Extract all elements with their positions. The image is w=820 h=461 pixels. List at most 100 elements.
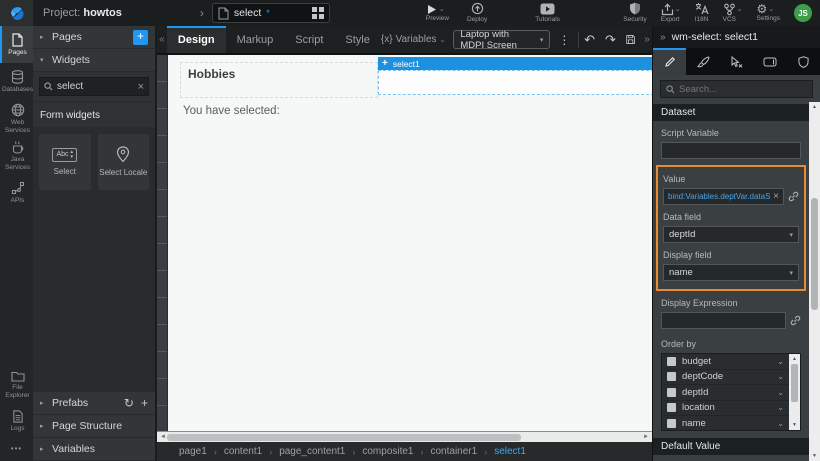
chevron-down-icon[interactable]: ⌄: [777, 388, 784, 397]
clear-search-icon[interactable]: ×: [138, 81, 144, 93]
more-options-icon[interactable]: •••: [0, 440, 33, 461]
more-actions-icon[interactable]: ⋮: [558, 33, 570, 47]
tab-properties[interactable]: [653, 48, 686, 75]
undo-button[interactable]: ↶: [584, 32, 595, 48]
widgets-section-header[interactable]: ▾ Widgets: [33, 49, 155, 72]
rail-item-databases[interactable]: Databases: [0, 63, 33, 100]
checkbox[interactable]: [667, 403, 676, 412]
breadcrumb-item-select1[interactable]: select1: [494, 446, 526, 457]
order-by-option-deptcode[interactable]: deptCode ⌄: [662, 370, 789, 386]
i18n-button[interactable]: I18N: [695, 2, 709, 24]
rail-item-logs[interactable]: Logs: [0, 403, 33, 440]
widget-tile-select-locale[interactable]: Select Locale: [98, 134, 150, 190]
script-variable-input[interactable]: [661, 142, 801, 159]
tutorials-button[interactable]: Tutorials: [535, 3, 560, 24]
select1-widget[interactable]: + select1: [378, 57, 652, 95]
tab-markup[interactable]: Markup: [226, 26, 285, 53]
deploy-button[interactable]: Deploy: [467, 2, 487, 24]
bind-link-icon[interactable]: [788, 191, 799, 202]
tab-styles[interactable]: [686, 48, 719, 75]
move-icon[interactable]: +: [382, 58, 388, 69]
order-by-scrollbar[interactable]: ▲ ▼: [789, 354, 800, 430]
collapse-panel-icon[interactable]: »: [660, 32, 666, 43]
display-expression-input[interactable]: [661, 312, 786, 329]
tab-script[interactable]: Script: [284, 26, 334, 53]
chevron-down-icon[interactable]: ⌄: [777, 403, 784, 412]
preview-button[interactable]: ⌄ Preview: [426, 4, 449, 23]
select1-selection-header[interactable]: + select1: [378, 57, 652, 70]
display-field-select[interactable]: name ▾: [663, 264, 799, 281]
checkbox[interactable]: [667, 419, 676, 428]
property-search-input[interactable]: [679, 84, 807, 95]
save-button[interactable]: [626, 33, 635, 46]
scroll-left-icon[interactable]: ◄: [159, 434, 167, 440]
collapse-left-panel-icon[interactable]: «: [157, 34, 167, 45]
checkbox[interactable]: [667, 372, 676, 381]
design-canvas[interactable]: Hobbies + select1 You have selected:: [168, 55, 652, 431]
wavemaker-logo[interactable]: [0, 0, 33, 26]
scroll-up-icon[interactable]: ▲: [789, 356, 800, 362]
expand-right-panel-icon[interactable]: »: [642, 34, 652, 45]
order-by-option-location[interactable]: location ⌄: [662, 401, 789, 417]
device-selector[interactable]: Laptop with MDPI Screen ▾: [453, 30, 550, 49]
add-prefab-icon[interactable]: +: [141, 396, 148, 410]
chevron-down-icon[interactable]: ⌄: [777, 419, 784, 428]
page-tab-select[interactable]: select *: [212, 3, 330, 23]
scroll-up-icon[interactable]: ▲: [809, 104, 820, 110]
breadcrumb-item-container1[interactable]: container1: [431, 446, 478, 457]
breadcrumb-item-page1[interactable]: page1: [179, 446, 207, 457]
vcs-button[interactable]: ⌄ VCS: [723, 3, 743, 24]
scrollbar-thumb[interactable]: [811, 198, 818, 310]
rail-item-web-services[interactable]: Web Services: [0, 100, 33, 137]
order-by-option-budget[interactable]: budget ⌄: [662, 354, 789, 370]
tab-design[interactable]: Design: [167, 26, 226, 53]
breadcrumb-item-composite1[interactable]: composite1: [362, 446, 413, 457]
bind-link-icon[interactable]: [790, 315, 801, 326]
refresh-prefabs-icon[interactable]: ↻: [124, 396, 134, 410]
scrollbar-thumb[interactable]: [791, 364, 798, 402]
redo-button[interactable]: ↷: [605, 32, 616, 48]
rail-item-java-services[interactable]: Java Services: [0, 137, 33, 174]
scroll-right-icon[interactable]: ►: [642, 434, 650, 440]
page-structure-section-header[interactable]: ▸ Page Structure: [33, 415, 155, 438]
breadcrumb-item-page-content1[interactable]: page_content1: [279, 446, 345, 457]
rail-item-file-explorer[interactable]: File Explorer: [0, 366, 33, 403]
add-page-button[interactable]: +: [133, 30, 148, 45]
breadcrumb-item-content1[interactable]: content1: [224, 446, 262, 457]
variables-dropdown[interactable]: {x} Variables ⌄: [381, 34, 446, 45]
tab-style[interactable]: Style: [334, 26, 380, 53]
dataset-section-header[interactable]: Dataset: [653, 104, 809, 121]
widget-search-input[interactable]: [57, 81, 134, 92]
data-field-select[interactable]: deptId ▾: [663, 226, 799, 243]
value-input[interactable]: bind:Variables.deptVar.dataSet ×: [663, 188, 784, 205]
rail-item-pages[interactable]: Pages: [0, 26, 33, 63]
chevron-down-icon[interactable]: ⌄: [777, 372, 784, 381]
chevron-right-icon[interactable]: ›: [200, 6, 204, 20]
security-button[interactable]: Security: [623, 2, 646, 24]
clear-binding-icon[interactable]: ×: [773, 191, 779, 202]
widget-search-box[interactable]: ×: [39, 77, 149, 96]
scroll-down-icon[interactable]: ▼: [809, 453, 820, 459]
grid-icon[interactable]: [312, 7, 324, 19]
scrollbar-thumb[interactable]: [167, 434, 521, 441]
tab-events[interactable]: [720, 48, 753, 75]
export-button[interactable]: ⌄ Export: [661, 3, 681, 24]
checkbox[interactable]: [667, 388, 676, 397]
chevron-down-icon[interactable]: ⌄: [777, 357, 784, 366]
scroll-down-icon[interactable]: ▼: [789, 422, 800, 428]
tab-devices[interactable]: [753, 48, 786, 75]
widget-tile-select[interactable]: Abc ▴▾ Select: [39, 134, 91, 190]
label-widget-hobbies[interactable]: Hobbies: [180, 62, 378, 98]
default-value-section-header[interactable]: Default Value: [653, 438, 809, 455]
properties-scrollbar[interactable]: ▲ ▼: [809, 102, 820, 461]
settings-button[interactable]: ⚙ ⌄ Settings: [757, 3, 781, 23]
prefabs-section-header[interactable]: ▸ Prefabs ↻ +: [33, 392, 155, 415]
variables-section-header[interactable]: ▸ Variables: [33, 438, 155, 461]
user-avatar[interactable]: JS: [794, 4, 812, 22]
tab-security[interactable]: [787, 48, 820, 75]
order-by-option-deptid[interactable]: deptId ⌄: [662, 385, 789, 401]
property-search-box[interactable]: [660, 80, 813, 98]
checkbox[interactable]: [667, 357, 676, 366]
order-by-option-name[interactable]: name ⌄: [662, 416, 789, 431]
pages-section-header[interactable]: ▸ Pages +: [33, 26, 155, 49]
